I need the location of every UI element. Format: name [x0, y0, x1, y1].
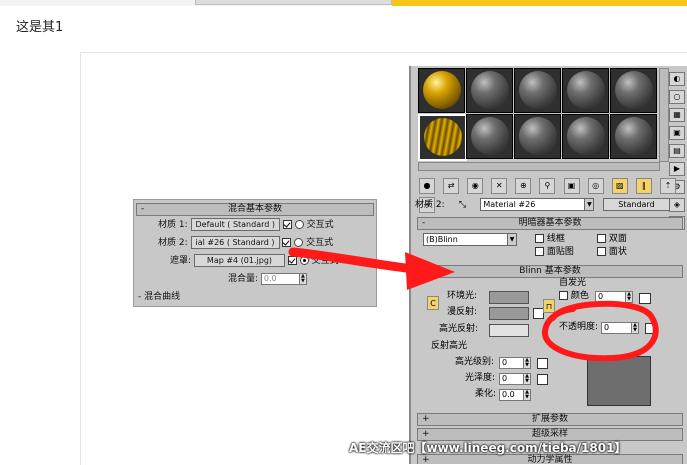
watermark-text: AE交流区吧【www.lineeg.com/tieba/1801】	[349, 441, 627, 455]
screenshot-image: - 混合基本参数 材质 1: Default ( Standard ) 交互式 材…	[93, 66, 687, 464]
browser-top-strip	[0, 0, 687, 6]
red-arrow-shaft	[288, 247, 428, 275]
top-gray-tab	[195, 0, 392, 5]
top-yellow-bar	[392, 0, 687, 6]
red-arrow-head	[405, 252, 455, 290]
red-annotation-layer	[288, 247, 659, 362]
post-caption: 这是其1	[16, 20, 64, 35]
red-ellipse-mark	[542, 300, 659, 362]
